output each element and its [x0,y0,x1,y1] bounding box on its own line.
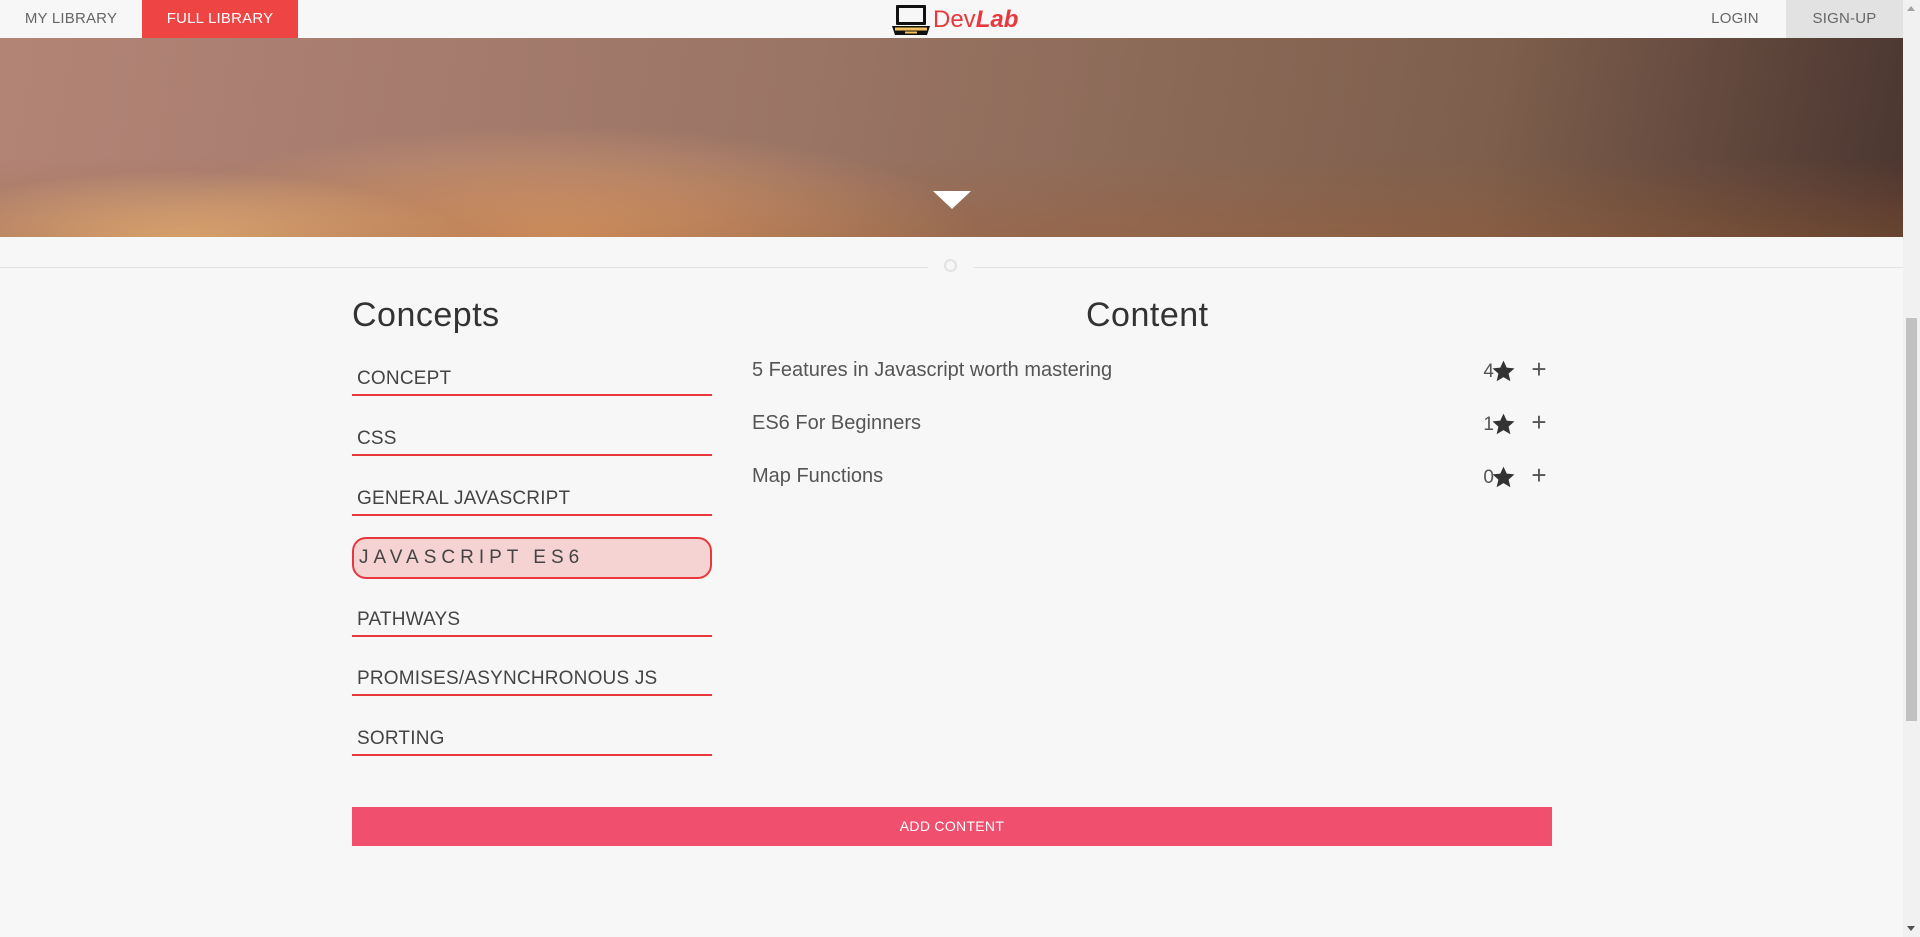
logo-text: DevLab [933,6,1019,33]
my-library-tab[interactable]: MY LIBRARY [0,0,142,38]
devlab-logo[interactable]: DevLab [891,2,1018,38]
concept-item-javascript-es6[interactable]: JAVASCRIPT ES6 [352,537,712,579]
content-heading: Content [1086,296,1209,334]
top-navbar: MY LIBRARY FULL LIBRARY DevLab LOGIN SIG… [0,0,1903,38]
star-icon[interactable] [1491,359,1516,384]
full-library-tab[interactable]: FULL LIBRARY [142,0,298,38]
concept-item-promises[interactable]: PROMISES/ASYNCHRONOUS JS [352,658,712,696]
hero-banner [0,38,1903,237]
content-item-link[interactable]: 5 Features in Javascript worth mastering [752,359,1112,382]
concept-item-css[interactable]: CSS [352,418,712,456]
add-content-button[interactable]: ADD CONTENT [352,807,1552,846]
section-divider-left [0,267,928,268]
content-row: ES6 For Beginners 1 + [752,409,1552,440]
content-row: Map Functions 0 + [752,462,1552,493]
concept-item-concept[interactable]: CONCEPT [352,358,712,396]
concept-item-sorting[interactable]: SORTING [352,718,712,756]
page-scrollbar[interactable] [1903,0,1920,937]
concept-item-general-javascript[interactable]: GENERAL JAVASCRIPT [352,478,712,516]
content-item-link[interactable]: ES6 For Beginners [752,412,921,435]
content-row: 5 Features in Javascript worth mastering… [752,356,1552,387]
signup-button[interactable]: SIGN-UP [1786,0,1903,38]
add-to-library-plus-icon[interactable]: + [1527,409,1551,435]
login-button[interactable]: LOGIN [1684,0,1786,38]
divider-circle-icon [944,259,957,272]
content-item-link[interactable]: Map Functions [752,465,883,488]
scroll-down-arrow-icon[interactable] [933,191,971,209]
star-icon[interactable] [1491,465,1516,490]
scroll-up-arrow-icon[interactable] [1907,6,1915,11]
concept-item-pathways[interactable]: PATHWAYS [352,599,712,637]
add-to-library-plus-icon[interactable]: + [1527,356,1551,382]
laptop-icon [892,5,930,35]
section-divider-right [974,267,1903,268]
concepts-heading: Concepts [352,296,500,334]
scroll-down-arrow-icon[interactable] [1907,926,1915,931]
star-icon[interactable] [1491,412,1516,437]
scrollbar-thumb[interactable] [1906,318,1917,721]
add-to-library-plus-icon[interactable]: + [1527,462,1551,488]
